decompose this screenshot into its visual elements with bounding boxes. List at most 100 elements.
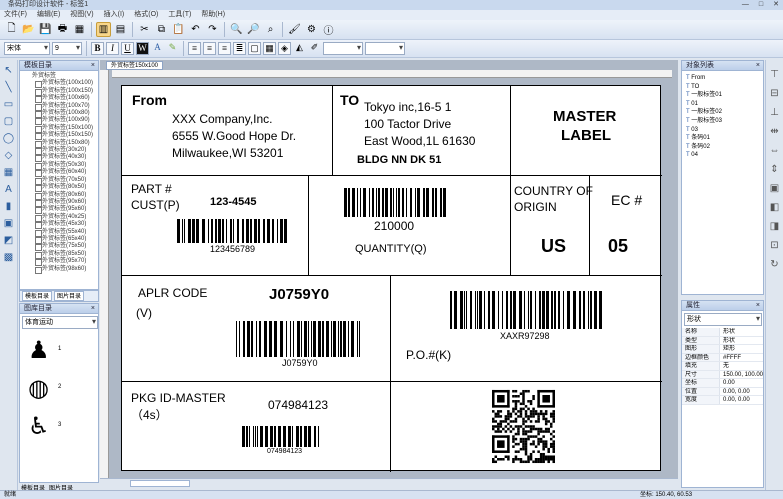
fill-color-icon[interactable]: ◭ — [293, 42, 306, 55]
align-left-icon[interactable]: ≡ — [188, 42, 201, 55]
menu-edit[interactable]: 编辑(E) — [37, 10, 60, 20]
info-icon[interactable]: ⓘ — [321, 22, 336, 37]
object-list-item[interactable]: 01 — [686, 100, 759, 109]
menu-help[interactable]: 帮助(H) — [201, 10, 225, 20]
bold-button[interactable]: B — [91, 42, 104, 55]
tree-item[interactable]: 外贸标签(95x70) — [24, 258, 98, 267]
tree-item[interactable]: 外贸标签(70x50) — [24, 177, 98, 186]
tree-item[interactable]: 外贸标签(60x40) — [24, 169, 98, 178]
label-canvas[interactable]: From XXX Company,Inc. 6555 W.Good Hope D… — [121, 85, 662, 472]
send-back-icon[interactable]: ◨ — [768, 220, 781, 233]
tree-item[interactable]: 外贸标签(100x60) — [24, 95, 98, 104]
tree-item[interactable]: 外贸标签(98x60) — [24, 266, 98, 275]
property-value[interactable]: 形状 — [720, 337, 735, 345]
distribute-icon[interactable]: ⇹ — [768, 125, 781, 138]
save-icon[interactable]: 💾 — [38, 22, 53, 37]
basketball-icon[interactable]: 2 ◍ — [28, 375, 61, 403]
border-icon[interactable]: ▢ — [248, 42, 261, 55]
underline-button[interactable]: U — [121, 42, 134, 55]
maximize-button[interactable]: □ — [759, 0, 763, 10]
close-icon[interactable]: × — [756, 301, 760, 311]
design-icon[interactable]: ▥ — [96, 22, 111, 37]
print-icon[interactable]: 🖶 — [55, 22, 70, 37]
italic-button[interactable]: I — [106, 42, 119, 55]
align-top-icon[interactable]: ⊤ — [768, 68, 781, 81]
redo-icon[interactable]: ↷ — [205, 22, 220, 37]
property-row[interactable]: 边框颜色 #FFFF — [682, 353, 763, 362]
property-row[interactable]: 图形 矩形 — [682, 345, 763, 354]
property-value[interactable]: #FFFF — [720, 354, 741, 362]
paint-icon[interactable]: 🖌 — [287, 22, 302, 37]
tree-item[interactable]: 外贸标签(150x150) — [24, 132, 98, 141]
tree-item[interactable]: 外贸标签(100x100) — [24, 80, 98, 89]
paste-icon[interactable]: 📋 — [171, 22, 186, 37]
barcode-tool-icon[interactable]: ▮ — [2, 200, 15, 213]
bowling-icon[interactable]: 1 ♟ — [28, 337, 61, 365]
font-color-icon[interactable]: A — [151, 42, 164, 55]
close-icon[interactable]: × — [756, 61, 760, 71]
highlight-icon[interactable]: ✎ — [166, 42, 179, 55]
align-justify-icon[interactable]: ≣ — [233, 42, 246, 55]
qrcode-tool-icon[interactable]: ▩ — [2, 251, 15, 264]
tree-item[interactable]: 外贸标签(80x50) — [24, 184, 98, 193]
menu-view[interactable]: 视图(V) — [70, 10, 93, 20]
same-height-icon[interactable]: ⇕ — [768, 163, 781, 176]
rounded-rect-icon[interactable]: ▢ — [2, 115, 15, 128]
property-row[interactable]: 填充无 — [682, 362, 763, 371]
shape-tool-icon[interactable]: ◩ — [2, 234, 15, 247]
copy-icon[interactable]: ⧉ — [154, 22, 169, 37]
undo-icon[interactable]: ↶ — [188, 22, 203, 37]
line-width-select[interactable] — [365, 42, 405, 55]
tab-templates[interactable]: 模板目录 — [22, 291, 53, 301]
zoom-select[interactable] — [323, 42, 363, 55]
line-color-icon[interactable]: ✐ — [308, 42, 321, 55]
pointer-icon[interactable]: ↖ — [2, 64, 15, 77]
w-button[interactable]: W — [136, 42, 149, 55]
tree-item[interactable]: 外贸标签(40x30) — [24, 154, 98, 163]
property-object-select[interactable]: 形状 — [684, 313, 762, 326]
open-icon[interactable]: 📂 — [21, 22, 36, 37]
tree-item[interactable]: 外贸标签(100x70) — [24, 103, 98, 112]
object-list-item[interactable]: 03 — [686, 126, 759, 135]
text-tool-icon[interactable]: A — [2, 183, 15, 196]
tree-item[interactable]: 外贸标签(100x90) — [24, 117, 98, 126]
object-list-item[interactable]: 条码02 — [686, 143, 759, 152]
lock-icon[interactable]: ⊡ — [768, 239, 781, 252]
property-row[interactable]: 类型 形状 — [682, 336, 763, 345]
property-row[interactable]: 尺寸 150.00, 100.00 — [682, 370, 763, 379]
fill-icon[interactable]: ◈ — [278, 42, 291, 55]
zoom-in-icon[interactable]: 🔍 — [229, 22, 244, 37]
rotate-icon[interactable]: ↻ — [768, 258, 781, 271]
new-icon[interactable]: 🗋 — [4, 22, 19, 37]
table-icon[interactable]: ▤ — [113, 22, 128, 37]
minimize-button[interactable]: — — [742, 0, 749, 10]
menu-insert[interactable]: 插入(I) — [104, 10, 125, 20]
tree-item[interactable]: 外贸标签(75x50) — [24, 243, 98, 252]
group-icon[interactable]: ▣ — [768, 182, 781, 195]
tree-item[interactable]: 外贸标签(40x25) — [24, 214, 98, 223]
font-name-select[interactable]: 宋体 — [4, 42, 50, 55]
cut-icon[interactable]: ✂ — [137, 22, 152, 37]
tree-item[interactable]: 外贸标签(150x80) — [24, 140, 98, 149]
align-bottom-icon[interactable]: ⊥ — [768, 106, 781, 119]
property-value[interactable]: 0.00, 0.00 — [720, 388, 750, 396]
property-value[interactable]: 无 — [720, 362, 729, 370]
image-category-select[interactable]: 体育运动 — [22, 316, 98, 329]
align-center-icon[interactable]: ≡ — [203, 42, 216, 55]
property-value[interactable]: 形状 — [720, 328, 735, 336]
property-value[interactable]: 矩形 — [720, 345, 735, 353]
bring-front-icon[interactable]: ◧ — [768, 201, 781, 214]
object-list-item[interactable]: 一般标签02 — [686, 108, 759, 117]
property-row[interactable]: 坐标 0.00 — [682, 379, 763, 388]
close-icon[interactable]: × — [91, 304, 95, 314]
settings-icon[interactable]: ⚙ — [304, 22, 319, 37]
tree-item[interactable]: 外贸标签(95x60) — [24, 206, 98, 215]
zoom-out-icon[interactable]: 🔎 — [246, 22, 261, 37]
menu-format[interactable]: 格式(O) — [134, 10, 158, 20]
document-tab[interactable]: 外贸标签150x100 — [106, 61, 164, 70]
menu-file[interactable]: 文件(F) — [4, 10, 27, 20]
close-button[interactable]: ✕ — [773, 0, 779, 10]
image-tool-icon[interactable]: ▣ — [2, 217, 15, 230]
horizontal-scrollbar[interactable] — [130, 480, 190, 487]
grid-icon[interactable]: ▦ — [263, 42, 276, 55]
